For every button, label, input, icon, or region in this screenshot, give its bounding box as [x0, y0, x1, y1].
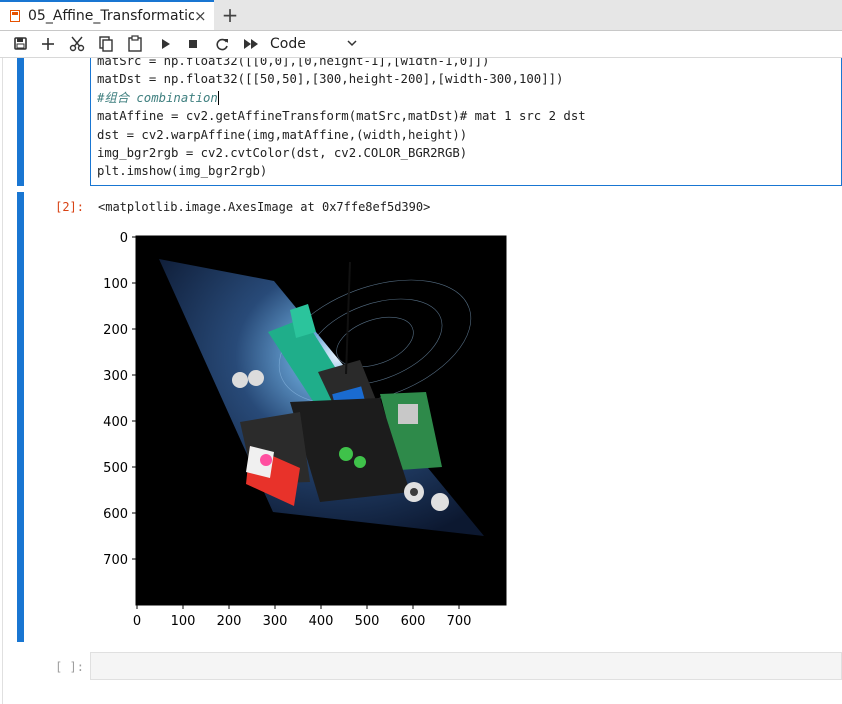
- y-tick-label: 600: [103, 507, 128, 522]
- notebook-toolbar: Code: [0, 31, 842, 58]
- notebook-icon: [10, 10, 20, 22]
- close-tab-icon[interactable]: ×: [194, 7, 207, 25]
- cut-icon[interactable]: [66, 34, 88, 54]
- code-line: plt.imshow(img_bgr2rgb): [97, 164, 268, 179]
- x-tick-label: 0: [133, 614, 141, 629]
- y-tick-label: 700: [103, 553, 128, 568]
- x-axis: 0 100 200 300 400 500 600 700: [133, 605, 472, 629]
- chevron-down-icon: [347, 40, 357, 47]
- code-text: matSrc = np.float32([[0,0],[0,height-1],…: [97, 58, 586, 181]
- output-collapser[interactable]: [17, 192, 24, 642]
- code-line: matSrc = np.float32([[0,0],[0,height-1],…: [97, 58, 490, 68]
- save-icon[interactable]: [9, 34, 31, 54]
- x-tick-label: 700: [447, 614, 472, 629]
- x-tick-label: 200: [217, 614, 242, 629]
- paste-icon[interactable]: [124, 34, 146, 54]
- y-tick-label: 200: [103, 323, 128, 338]
- x-tick-label: 500: [355, 614, 380, 629]
- add-cell-icon[interactable]: [37, 34, 59, 54]
- image-plot: 0 100 200 300 400 500 600 700 0 100 200 …: [103, 231, 507, 629]
- run-all-icon[interactable]: [240, 34, 262, 54]
- y-tick-label: 100: [103, 277, 128, 292]
- y-tick-label: 500: [103, 461, 128, 476]
- y-tick-label: 0: [120, 231, 128, 246]
- tab-bar: 05_Affine_Transformation.i × +: [0, 0, 842, 31]
- output-prompt: [2]:: [55, 200, 84, 214]
- code-line: matDst = np.float32([[50,50],[300,height…: [97, 72, 564, 87]
- tab-title: 05_Affine_Transformation.i: [28, 8, 194, 24]
- y-tick-label: 300: [103, 369, 128, 384]
- input-prompt: [ ]:: [55, 660, 84, 674]
- code-editor[interactable]: matSrc = np.float32([[0,0],[0,height-1],…: [90, 58, 842, 186]
- cell-collapser[interactable]: [17, 58, 24, 186]
- restart-icon[interactable]: [211, 34, 233, 54]
- copy-icon[interactable]: [95, 34, 117, 54]
- empty-code-cell[interactable]: [90, 652, 842, 680]
- new-tab-button[interactable]: +: [218, 4, 242, 26]
- x-tick-label: 600: [401, 614, 426, 629]
- x-tick-label: 100: [171, 614, 196, 629]
- code-line: #组合 combination: [97, 90, 219, 105]
- notebook-tab[interactable]: 05_Affine_Transformation.i ×: [0, 0, 214, 30]
- y-axis: 0 100 200 300 400 500 600 700: [103, 231, 136, 568]
- code-line: img_bgr2rgb = cv2.cvtColor(dst, cv2.COLO…: [97, 146, 468, 161]
- cell-type-value: Code: [270, 36, 306, 52]
- code-line: matAffine = cv2.getAffineTransform(matSr…: [97, 109, 586, 124]
- notebook-left-edge: [2, 58, 3, 704]
- cell-type-select[interactable]: Code: [270, 35, 366, 55]
- x-tick-label: 300: [263, 614, 288, 629]
- stop-icon[interactable]: [182, 34, 204, 54]
- code-line: dst = cv2.warpAffine(img,matAffine,(widt…: [97, 127, 468, 142]
- run-icon[interactable]: [154, 34, 176, 54]
- y-tick-label: 400: [103, 415, 128, 430]
- x-tick-label: 400: [309, 614, 334, 629]
- output-text: <matplotlib.image.AxesImage at 0x7ffe8ef…: [98, 200, 431, 214]
